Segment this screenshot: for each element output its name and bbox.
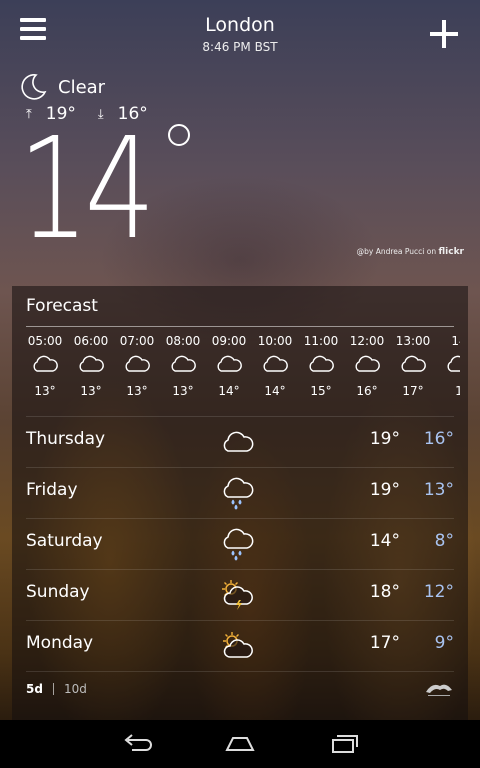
rain-cloud-icon xyxy=(220,527,254,561)
range-tabs: 5d 10d xyxy=(26,682,87,696)
local-time: 8:46 PM BST xyxy=(202,40,278,54)
credit-text: @by Andrea Pucci on xyxy=(356,247,439,256)
day-name: Sunday xyxy=(26,582,90,602)
cloud-icon xyxy=(114,352,160,380)
hour-label: 11:00 xyxy=(303,334,339,348)
home-icon[interactable] xyxy=(222,732,258,756)
hour-temp: 13° xyxy=(126,384,148,398)
divider xyxy=(26,671,454,673)
hour-label: 13:00 xyxy=(395,334,431,348)
hour-item: 14 1 xyxy=(436,334,460,398)
hour-temp: 13° xyxy=(172,384,194,398)
hour-label: 06:00 xyxy=(73,334,109,348)
day-high: 14° xyxy=(369,531,400,551)
city-name: London xyxy=(205,14,275,36)
hour-label: 14 xyxy=(451,334,460,348)
day-high: 18° xyxy=(369,582,400,602)
condition-text: Clear xyxy=(58,76,106,98)
degree-symbol xyxy=(168,124,190,146)
day-high: 19° xyxy=(369,429,400,449)
day-name: Monday xyxy=(26,633,94,653)
hour-label: 09:00 xyxy=(211,334,247,348)
hour-item: 09:00 14° xyxy=(206,334,252,398)
day-low: 8° xyxy=(434,531,454,551)
day-name: Saturday xyxy=(26,531,103,551)
daily-row[interactable]: Saturday 14° 8° xyxy=(26,518,454,569)
daily-forecast: Thursday 19° 16° Friday 19° 13° Saturday… xyxy=(26,416,454,673)
day-low: 13° xyxy=(423,480,454,500)
cloud-icon xyxy=(436,352,460,380)
cloud-icon xyxy=(22,352,68,380)
day-high: 19° xyxy=(369,480,400,500)
hour-temp: 15° xyxy=(310,384,332,398)
hour-temp: 17° xyxy=(402,384,424,398)
hour-item: 11:00 15° xyxy=(298,334,344,398)
hour-temp: 1 xyxy=(455,384,460,398)
hour-temp: 14° xyxy=(218,384,240,398)
tab-10-day[interactable]: 10d xyxy=(64,682,87,696)
hour-label: 10:00 xyxy=(257,334,293,348)
hour-item: 05:00 13° xyxy=(22,334,68,398)
divider xyxy=(26,326,454,327)
forecast-title: Forecast xyxy=(26,296,98,316)
hour-item: 07:00 13° xyxy=(114,334,160,398)
daily-row[interactable]: Monday 17° 9° xyxy=(26,620,454,671)
hour-temp: 14° xyxy=(264,384,286,398)
day-low: 16° xyxy=(423,429,454,449)
day-name: Friday xyxy=(26,480,78,500)
hour-item: 08:00 13° xyxy=(160,334,206,398)
hour-item: 13:00 17° xyxy=(390,334,436,398)
day-low: 12° xyxy=(423,582,454,602)
rain-cloud-icon xyxy=(220,476,254,510)
cloud-icon xyxy=(344,352,390,380)
moon-icon xyxy=(21,74,47,100)
add-city-icon[interactable] xyxy=(430,20,458,48)
daily-row[interactable]: Friday 19° 13° xyxy=(26,467,454,518)
provider-logo-icon[interactable] xyxy=(424,680,454,698)
tab-5-day[interactable]: 5d xyxy=(26,682,43,696)
hour-item: 06:00 13° xyxy=(68,334,114,398)
partly-cloudy-icon xyxy=(220,629,254,663)
hour-label: 07:00 xyxy=(119,334,155,348)
cloud-icon xyxy=(390,352,436,380)
day-low: 9° xyxy=(434,633,454,653)
day-name: Thursday xyxy=(26,429,106,449)
hour-temp: 13° xyxy=(34,384,56,398)
cloud-icon xyxy=(252,352,298,380)
tab-divider xyxy=(52,683,54,695)
cloud-icon xyxy=(206,352,252,380)
recents-icon[interactable] xyxy=(324,732,360,756)
system-nav-bar xyxy=(0,720,480,768)
hour-label: 08:00 xyxy=(165,334,201,348)
cloud-icon xyxy=(160,352,206,380)
hour-temp: 16° xyxy=(356,384,378,398)
top-bar: London 8:46 PM BST xyxy=(0,0,480,64)
hour-temp: 13° xyxy=(80,384,102,398)
current-condition: Clear xyxy=(18,72,105,102)
cloud-icon xyxy=(220,425,254,459)
back-icon[interactable] xyxy=(120,732,156,756)
current-temperature: 14 xyxy=(18,108,156,271)
flickr-logo: flickr xyxy=(438,247,464,257)
forecast-panel: Forecast 05:00 13° 06:00 13° 07:00 13° 0… xyxy=(12,286,468,720)
hour-label: 05:00 xyxy=(27,334,63,348)
day-high: 17° xyxy=(369,633,400,653)
hourly-forecast[interactable]: 05:00 13° 06:00 13° 07:00 13° 08:00 13° … xyxy=(20,334,460,406)
daily-row[interactable]: Thursday 19° 16° xyxy=(26,416,454,467)
hour-label: 12:00 xyxy=(349,334,385,348)
hour-item: 10:00 14° xyxy=(252,334,298,398)
thunder-sun-icon xyxy=(220,578,254,612)
photo-credit[interactable]: @by Andrea Pucci on flickr xyxy=(357,247,464,257)
cloud-icon xyxy=(68,352,114,380)
hour-item: 12:00 16° xyxy=(344,334,390,398)
daily-row[interactable]: Sunday 18° 12° xyxy=(26,569,454,620)
cloud-icon xyxy=(298,352,344,380)
